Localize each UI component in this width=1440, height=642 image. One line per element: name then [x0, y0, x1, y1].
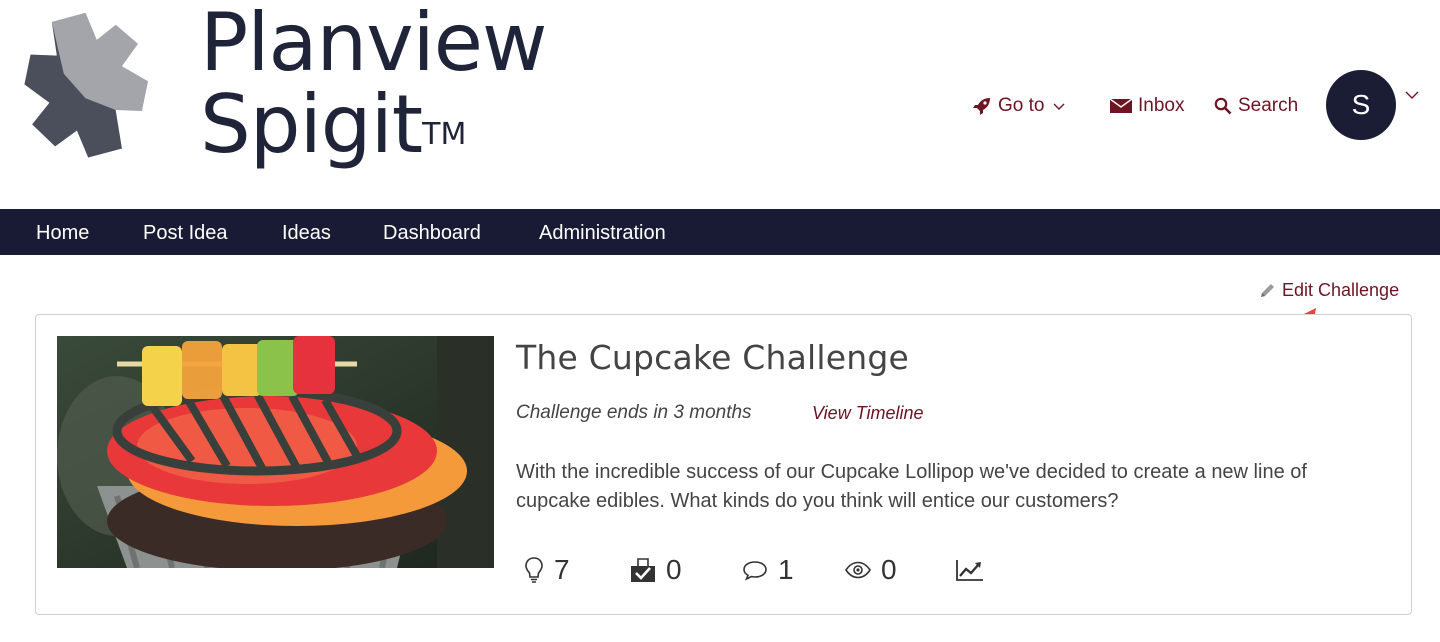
search-link[interactable]: Search: [1214, 92, 1298, 120]
user-avatar[interactable]: S: [1326, 70, 1396, 140]
edit-challenge-label: Edit Challenge: [1282, 280, 1400, 300]
nav-home[interactable]: Home: [36, 209, 89, 255]
challenge-image[interactable]: [57, 336, 494, 568]
user-menu-chevron-icon[interactable]: [1404, 90, 1420, 100]
challenge-description: With the incredible success of our Cupca…: [516, 461, 1307, 512]
brand-line2: SpigitTM: [200, 84, 546, 166]
votes-count[interactable]: 0: [630, 553, 682, 587]
comments-count[interactable]: 1: [742, 553, 794, 587]
votes-count-value: 0: [666, 554, 682, 585]
goto-label: Go to: [998, 95, 1045, 116]
nav-administration[interactable]: Administration: [539, 209, 666, 255]
brand-wordmark[interactable]: Planview SpigitTM: [200, 0, 547, 166]
ideas-count-value: 7: [554, 554, 570, 585]
trend-chart-icon: [956, 560, 983, 581]
search-label: Search: [1238, 95, 1299, 116]
main-navbar: Home Post Idea Ideas Dashboard Administr…: [0, 209, 1440, 255]
challenge-title[interactable]: The Cupcake Challenge: [516, 338, 909, 377]
chevron-down-icon: [1053, 103, 1065, 110]
goto-menu[interactable]: Go to: [972, 92, 1066, 120]
challenge-ends-text: Challenge ends in 3 months: [516, 402, 752, 423]
pencil-icon: [1261, 283, 1274, 297]
header: Planview SpigitTM Go to Inbox Search S: [0, 0, 1440, 209]
ballot-box-icon: [631, 558, 655, 582]
views-count-value: 0: [881, 554, 897, 585]
rocket-icon: [973, 98, 990, 115]
brand-line1: Planview: [200, 0, 547, 89]
nav-post-idea[interactable]: Post Idea: [143, 209, 228, 255]
avatar-initial: S: [1351, 89, 1371, 120]
nav-dashboard[interactable]: Dashboard: [383, 209, 481, 255]
views-count[interactable]: 0: [845, 553, 897, 587]
inbox-label: Inbox: [1138, 95, 1185, 116]
eye-icon: [845, 561, 871, 579]
comments-count-value: 1: [778, 554, 794, 585]
ideas-count[interactable]: 7: [524, 553, 570, 587]
edit-challenge-link[interactable]: Edit Challenge: [1258, 280, 1399, 301]
envelope-icon: [1110, 99, 1132, 113]
spigit-logo-icon[interactable]: [10, 10, 165, 165]
trademark: TM: [422, 117, 467, 152]
search-icon: [1214, 97, 1232, 115]
view-timeline-link[interactable]: View Timeline: [812, 403, 924, 424]
nav-ideas[interactable]: Ideas: [282, 209, 331, 255]
inbox-link[interactable]: Inbox: [1110, 92, 1184, 120]
lightbulb-icon: [525, 557, 543, 583]
comment-icon: [743, 561, 767, 581]
analytics-link[interactable]: [955, 553, 985, 587]
brand-line2-text: Spigit: [200, 78, 423, 171]
